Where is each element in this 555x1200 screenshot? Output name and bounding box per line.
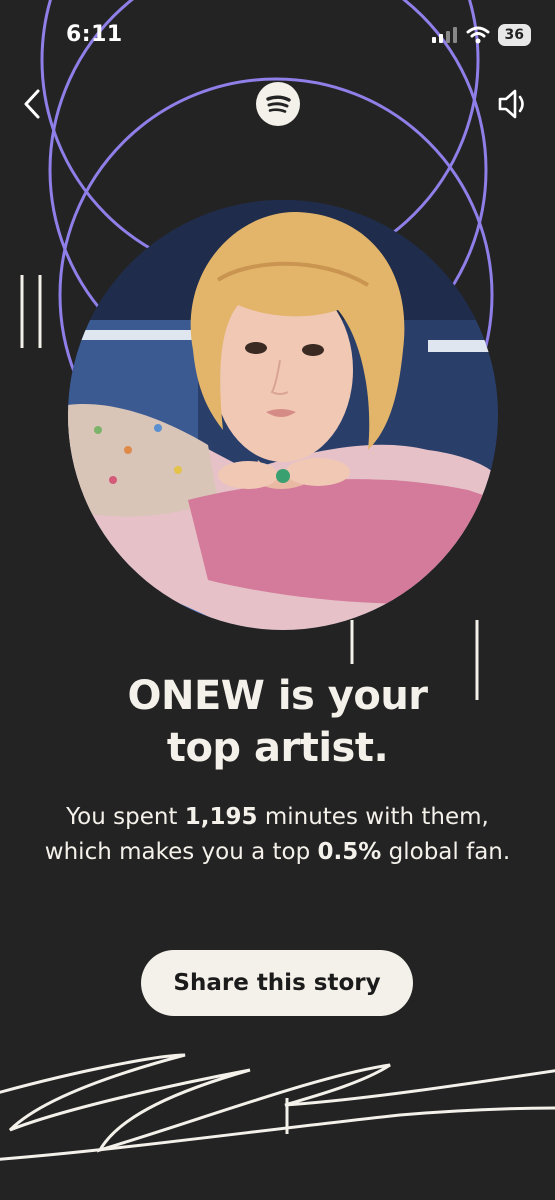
back-button[interactable] (14, 86, 50, 122)
headline-line-2: top artist. (166, 725, 389, 771)
speaker-icon (498, 89, 524, 119)
spotify-logo-icon (256, 82, 300, 126)
percent-value: 0.5% (317, 839, 382, 865)
story-headline: ONEW is your top artist. (0, 670, 555, 774)
headline-line-1: ONEW is your (127, 673, 428, 719)
wifi-icon (466, 26, 490, 44)
wrapped-story-screen: 6:11 36 ONEW is your top artist. You spe… (0, 0, 555, 1200)
stats-prefix: You spent (66, 804, 185, 830)
signal-icon (431, 27, 457, 43)
battery-indicator: 36 (497, 24, 531, 46)
minutes-value: 1,195 (184, 804, 258, 830)
listening-stats-text: You spent 1,195 minutes with them, which… (30, 800, 525, 870)
status-bar: 6:11 36 (0, 0, 555, 70)
status-time: 6:11 (66, 22, 123, 47)
sound-button[interactable] (493, 84, 533, 124)
stats-suffix: global fan. (381, 839, 511, 865)
artist-photo (68, 200, 498, 630)
status-icons: 36 (431, 24, 531, 46)
chevron-left-icon (24, 89, 40, 119)
share-story-button[interactable]: Share this story (141, 950, 413, 1016)
